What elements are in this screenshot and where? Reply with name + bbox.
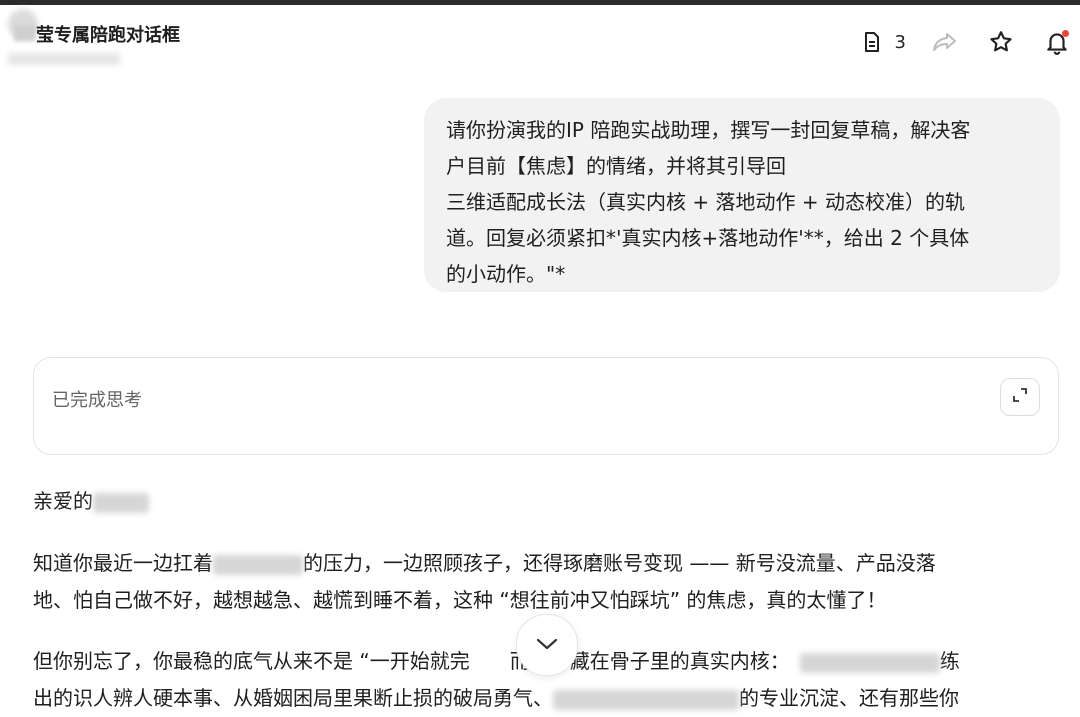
redacted-text [799,652,940,673]
reply-text: 的专业沉淀、还有那些你 [739,686,959,710]
user-message-line: 道。回复必须紧扣*'真实内核+落地动作'**，给出 2 个具体 [446,226,970,250]
reply-text: 出的识人辨人硬本事、从婚姻困局里果断止损的破局勇气、 [33,686,553,710]
reply-text: 的压力，一边照顾孩子，还得琢磨账号变现 —— 新号没流量、产品没落 [303,551,936,575]
reply-paragraph-line: 知道你最近一边扛着 的压力，一边照顾孩子，还得琢磨账号变现 —— 新号没流量、产品… [33,545,936,582]
bell-icon[interactable] [1040,25,1074,59]
redacted-name [93,492,149,513]
expand-icon [1011,386,1029,408]
star-icon[interactable] [984,25,1018,59]
user-message-bubble: 请你扮演我的IP 陪跑实战助理，撰写一封回复草稿，解决客 户目前【焦虑】的情绪，… [424,98,1060,292]
chat-title: 莹专属陪跑对话框 [36,25,180,46]
title-redaction [14,25,36,41]
reply-paragraph-line: 地、怕自己做不好，越想越急、越慌到睡不着，这种 “想往前冲又怕踩坑” 的焦虑，真… [33,588,887,612]
reply-text: 但你别忘了，你最稳的底气从来不是 “一开始就完 [33,649,470,673]
document-icon [855,25,889,59]
scroll-to-bottom-button[interactable] [516,614,578,676]
reply-text: 知道你最近一边扛着 [33,551,213,575]
expand-thinking-button[interactable] [1000,378,1040,416]
chat-subtitle-redaction [8,53,120,65]
chevron-down-icon [535,636,559,655]
thinking-panel[interactable]: 已完成思考 [33,357,1059,455]
document-count: 3 [894,31,906,53]
reply-paragraph-line: 但你别忘了，你最稳的底气从来不是 “一开始就完 而是你藏在骨子里的真实内核：练 [33,643,960,680]
reply-greeting: 亲爱的 [33,489,93,513]
user-message-line: 请你扮演我的IP 陪跑实战助理，撰写一封回复草稿，解决客 [446,118,971,142]
user-message-line: 的小动作。"* [446,262,566,286]
thinking-status-label: 已完成思考 [52,390,142,411]
redacted-text [213,554,303,575]
reply-text: 练 [939,649,960,673]
documents-button[interactable]: 3 [855,25,906,59]
reply-paragraph-line: 出的识人辨人硬本事、从婚姻困局里果断止损的破局勇气、 的专业沉淀、还有那些你 [33,680,959,717]
notification-dot [1062,30,1069,37]
redacted-text [553,689,739,710]
share-icon[interactable] [928,25,962,59]
user-message-line: 户目前【焦虑】的情绪，并将其引导回 [446,154,786,178]
chat-header: 莹专属陪跑对话框 3 [0,5,1080,75]
user-message-line: 三维适配成长法（真实内核 + 落地动作 + 动态校准）的轨 [446,190,965,214]
reply-greeting-line: 亲爱的 [33,483,149,520]
header-actions: 3 [855,25,1080,59]
